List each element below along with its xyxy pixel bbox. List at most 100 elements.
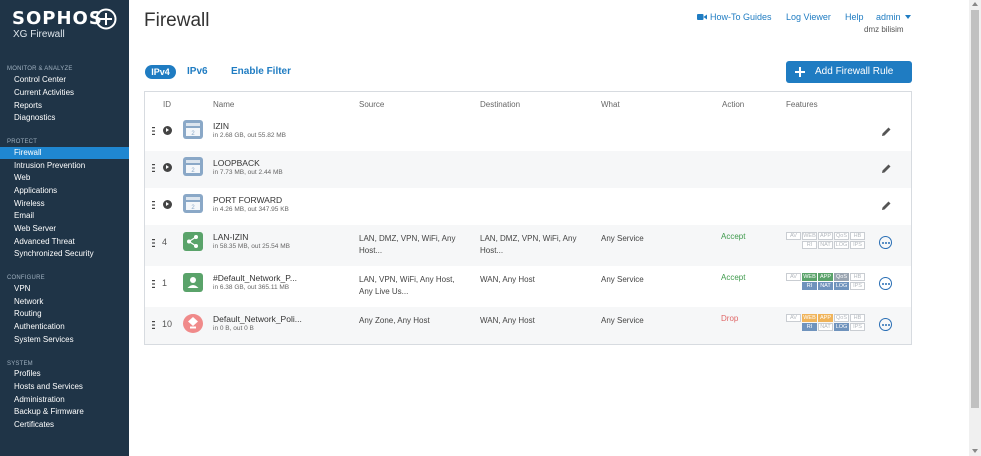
drag-handle-icon[interactable] — [152, 201, 155, 209]
rule-name[interactable]: LOOPBACK — [213, 158, 260, 168]
feature-ri: RI — [802, 241, 817, 249]
enable-filter-link[interactable]: Enable Filter — [231, 66, 291, 77]
rule-name[interactable]: IZIN — [213, 121, 229, 131]
brand-product: XG Firewall — [13, 29, 65, 40]
column-header-features: Features — [786, 100, 818, 109]
feature-qos: QoS — [834, 232, 849, 240]
table-row[interactable]: 1 #Default_Network_P... in 6.38 GB, out … — [145, 266, 911, 307]
feature-app: APP — [818, 273, 833, 281]
expand-arrow-icon[interactable] — [163, 163, 172, 172]
sidebar-item-wireless[interactable]: Wireless — [14, 198, 45, 210]
scroll-up-icon[interactable] — [972, 2, 978, 6]
sophos-logo-icon — [95, 8, 117, 30]
sidebar-item-administration[interactable]: Administration — [14, 394, 65, 406]
sidebar-item-reports[interactable]: Reports — [14, 100, 42, 112]
rule-id: 1 — [162, 278, 168, 288]
sidebar-item-current-activities[interactable]: Current Activities — [14, 87, 74, 99]
expand-arrow-icon[interactable] — [163, 200, 172, 209]
vertical-scrollbar[interactable] — [969, 0, 981, 456]
rule-traffic: in 58.35 MB, out 25.54 MB — [213, 243, 290, 250]
sidebar-item-hosts-and-services[interactable]: Hosts and Services — [14, 381, 83, 393]
feature-ips: IPS — [850, 282, 865, 290]
sidebar-item-synchronized-security[interactable]: Synchronized Security — [14, 248, 94, 260]
sidebar-item-web-server[interactable]: Web Server — [14, 223, 56, 235]
sidebar-item-email[interactable]: Email — [14, 210, 34, 222]
nav-section-system: SYSTEM — [7, 361, 33, 367]
features-badges: AV WEB APP QoS HB RI NAT LOG IPS — [786, 232, 868, 252]
rule-destination: LAN, DMZ, VPN, WiFi, Any Host... — [480, 234, 577, 255]
sidebar-item-diagnostics[interactable]: Diagnostics — [14, 112, 55, 124]
table-row[interactable]: 2 LOOPBACK in 7.73 MB, out 2.44 MB — [145, 151, 911, 188]
rule-name[interactable]: PORT FORWARD — [213, 195, 282, 205]
sidebar-item-firewall[interactable]: Firewall — [0, 147, 129, 159]
table-row[interactable]: 4 LAN-IZIN in 58.35 MB, out 25.54 MB LAN… — [145, 225, 911, 266]
rule-name[interactable]: Default_Network_Poli... — [213, 314, 302, 324]
pencil-icon[interactable] — [880, 126, 892, 138]
column-header-what: What — [601, 100, 620, 109]
tab-ipv6[interactable]: IPv6 — [187, 66, 208, 77]
rule-name[interactable]: #Default_Network_P... — [213, 273, 297, 283]
column-header-destination: Destination — [480, 100, 521, 109]
more-options-icon[interactable] — [879, 318, 892, 331]
expand-arrow-icon[interactable] — [163, 126, 172, 135]
table-row[interactable]: 2 IZIN in 2.68 GB, out 55.82 MB — [145, 114, 911, 151]
rule-action: Accept — [721, 232, 746, 241]
how-to-guides-link[interactable]: How-To Guides — [710, 12, 772, 24]
drag-handle-icon[interactable] — [152, 280, 155, 288]
sidebar-item-authentication[interactable]: Authentication — [14, 321, 65, 333]
rule-source: LAN, VPN, WiFi, Any Host, Any Live Us... — [359, 275, 455, 296]
add-firewall-rule-button[interactable]: Add Firewall Rule — [786, 61, 912, 83]
more-options-icon[interactable] — [879, 277, 892, 290]
drag-handle-icon[interactable] — [152, 239, 155, 247]
feature-log: LOG — [834, 323, 849, 331]
sidebar-item-system-services[interactable]: System Services — [14, 334, 74, 346]
drag-handle-icon[interactable] — [152, 321, 155, 329]
sidebar-item-vpn[interactable]: VPN — [14, 283, 30, 295]
drag-handle-icon[interactable] — [152, 164, 155, 172]
table-row[interactable]: 2 PORT FORWARD in 4.26 MB, out 347.95 KB — [145, 188, 911, 225]
sidebar: SOPHOS XG Firewall MONITOR & ANALYZE Con… — [0, 0, 129, 456]
table-row[interactable]: 10 Default_Network_Poli... in 0 B, out 0… — [145, 307, 911, 344]
rule-action: Accept — [721, 273, 746, 282]
rule-destination: WAN, Any Host — [480, 275, 535, 284]
sidebar-item-applications[interactable]: Applications — [14, 185, 57, 197]
sidebar-item-backup-firmware[interactable]: Backup & Firmware — [14, 406, 84, 418]
brand: SOPHOS XG Firewall — [12, 8, 122, 42]
sidebar-item-intrusion-prevention[interactable]: Intrusion Prevention — [14, 160, 85, 172]
firewall-rules-table: ID Name Source Destination What Action F… — [144, 91, 912, 345]
rule-destination: WAN, Any Host — [480, 316, 535, 325]
column-header-name: Name — [213, 100, 235, 109]
column-header-id: ID — [163, 100, 171, 109]
video-icon[interactable] — [697, 13, 707, 21]
sidebar-item-advanced-threat[interactable]: Advanced Threat — [14, 236, 75, 248]
feature-qos: QoS — [834, 273, 849, 281]
feature-av: AV — [786, 314, 801, 322]
log-viewer-link[interactable]: Log Viewer — [786, 12, 831, 24]
sidebar-item-network[interactable]: Network — [14, 296, 43, 308]
pencil-icon[interactable] — [880, 163, 892, 175]
rule-traffic: in 4.26 MB, out 347.95 KB — [213, 206, 289, 213]
feature-av: AV — [786, 232, 801, 240]
rule-service: Any Service — [601, 275, 644, 284]
tab-ipv4[interactable]: IPv4 — [145, 65, 176, 79]
help-link[interactable]: Help — [845, 12, 864, 24]
feature-ips: IPS — [850, 241, 865, 249]
drag-handle-icon[interactable] — [152, 127, 155, 135]
scroll-thumb[interactable] — [971, 10, 979, 408]
feature-hb: HB — [850, 273, 865, 281]
more-options-icon[interactable] — [879, 236, 892, 249]
chevron-down-icon[interactable] — [905, 15, 911, 19]
sidebar-item-web[interactable]: Web — [14, 172, 30, 184]
sidebar-item-control-center[interactable]: Control Center — [14, 74, 66, 86]
pencil-icon[interactable] — [880, 200, 892, 212]
scroll-down-icon[interactable] — [972, 449, 978, 453]
rule-name[interactable]: LAN-IZIN — [213, 232, 248, 242]
feature-log: LOG — [834, 241, 849, 249]
sidebar-item-routing[interactable]: Routing — [14, 308, 42, 320]
sidebar-item-profiles[interactable]: Profiles — [14, 368, 41, 380]
rule-traffic: in 0 B, out 0 B — [213, 325, 254, 332]
feature-hb: HB — [850, 314, 865, 322]
user-menu[interactable]: admin — [876, 12, 901, 24]
sidebar-item-certificates[interactable]: Certificates — [14, 419, 54, 431]
column-header-source: Source — [359, 100, 385, 109]
